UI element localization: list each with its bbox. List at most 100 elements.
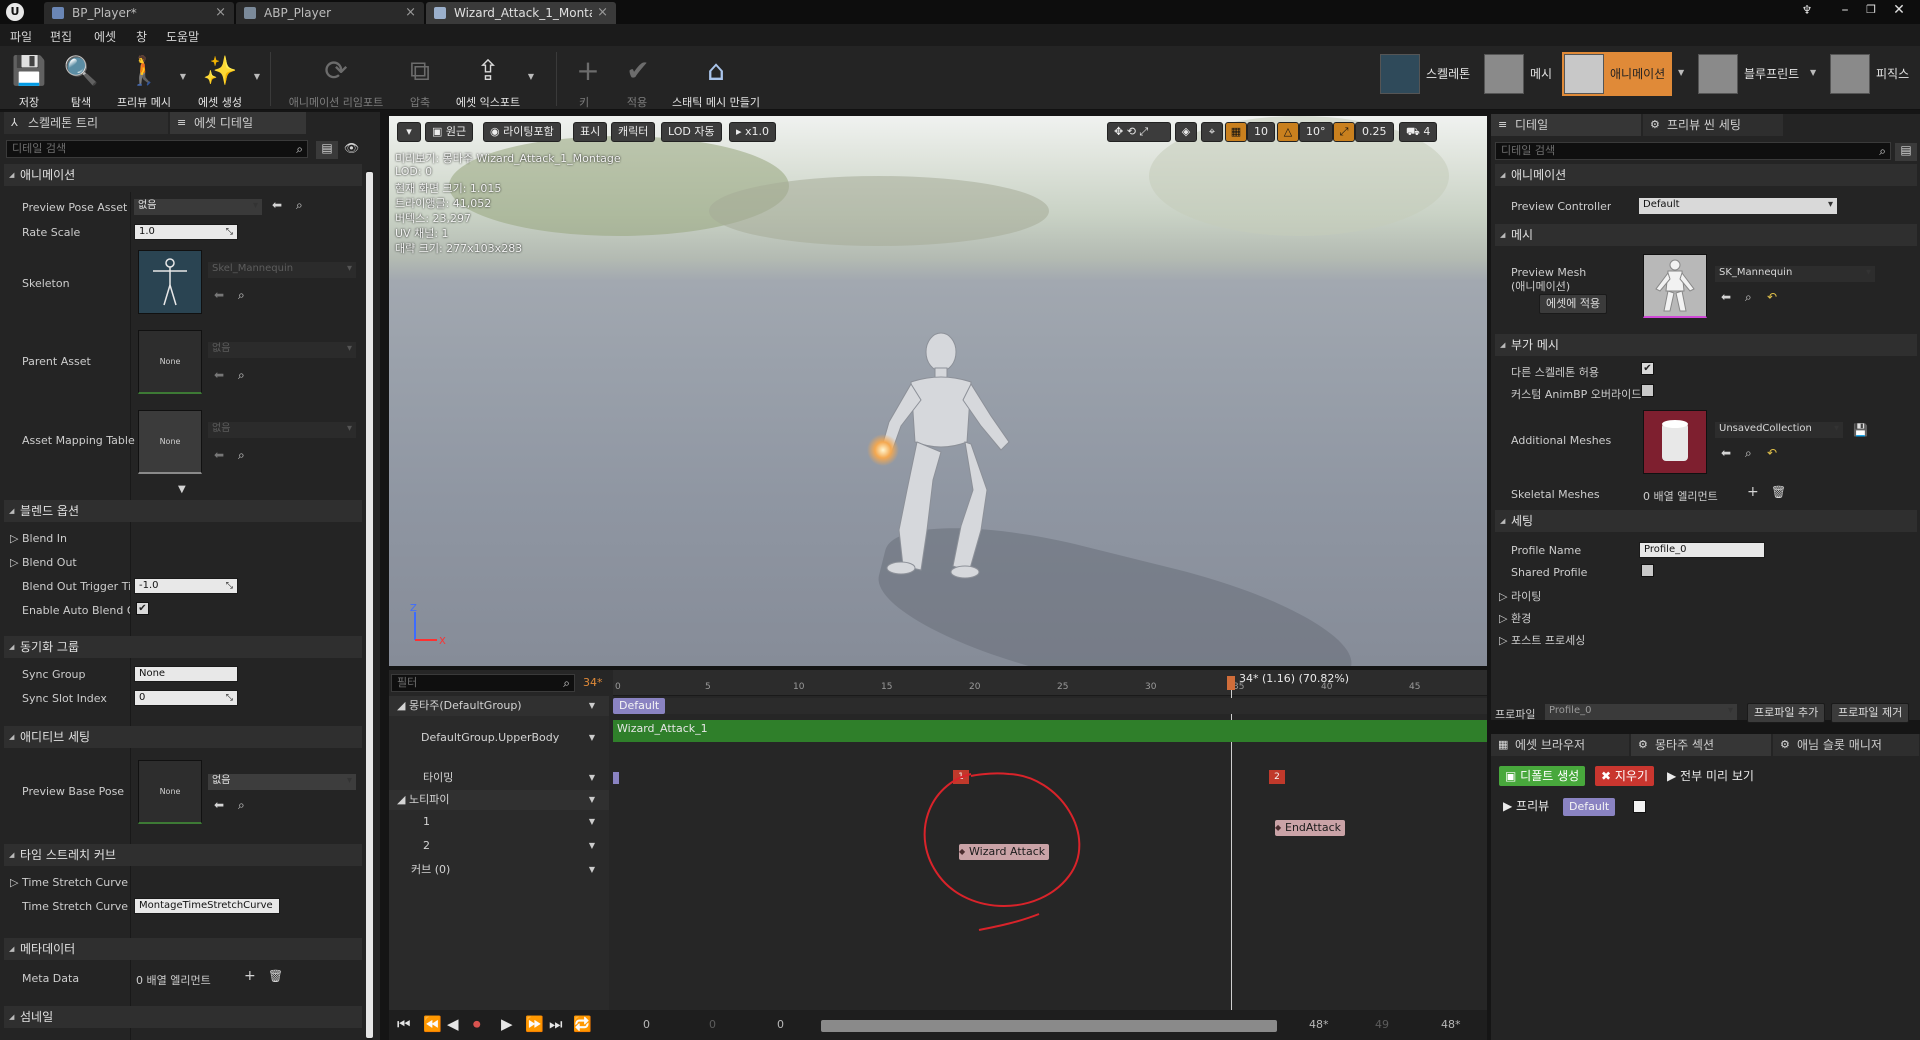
section-animation[interactable]: 애니메이션: [4, 164, 362, 186]
trash-icon[interactable]: 🗑: [1771, 485, 1786, 499]
minimize-button[interactable]: –: [1832, 0, 1858, 22]
filter-input[interactable]: 필터 ⌕: [391, 674, 575, 692]
environment-row[interactable]: ▷ 환경: [1499, 610, 1531, 626]
close-window-button[interactable]: ✕: [1886, 0, 1912, 22]
reset-arrow-icon[interactable]: ↶: [1767, 446, 1777, 460]
preview-mesh-combo[interactable]: SK_Mannequin: [1715, 266, 1875, 282]
save-collection-icon[interactable]: 💾: [1853, 423, 1868, 437]
custom-animbp-checkbox[interactable]: [1641, 384, 1654, 397]
skip-end-icon[interactable]: ⏭: [549, 1015, 563, 1033]
remove-profile-button[interactable]: 프로파일 제거: [1831, 703, 1910, 723]
enable-auto-blend-checkbox[interactable]: ✔: [136, 602, 149, 615]
dropdown-arrow-icon[interactable]: ▼: [589, 718, 595, 758]
arrow-left-icon[interactable]: ⬅: [214, 448, 224, 462]
mode-skeleton[interactable]: 스켈레톤: [1378, 52, 1474, 96]
menu-asset[interactable]: 에셋: [94, 28, 116, 45]
tab-asset-browser[interactable]: ▦ 에셋 브라우저: [1491, 734, 1629, 756]
slot-row[interactable]: DefaultGroup.UpperBody ▼: [389, 718, 609, 758]
arrow-left-icon[interactable]: ⬅: [1721, 446, 1731, 460]
viewport-menu-button[interactable]: ▾: [397, 122, 421, 142]
arrow-left-icon[interactable]: ⬅: [272, 198, 282, 212]
compress-button[interactable]: ⧉ 압축: [400, 50, 440, 109]
expand-arrow-icon[interactable]: ▼: [178, 484, 186, 495]
key-button[interactable]: + 키: [568, 50, 600, 109]
section-mesh[interactable]: 메시: [1495, 224, 1917, 246]
timing-marker-2[interactable]: 2: [1269, 770, 1285, 784]
browse-magnifier-icon[interactable]: ⌕: [238, 288, 245, 303]
browse-magnifier-icon[interactable]: ⌕: [296, 198, 303, 213]
dropdown-arrow-icon[interactable]: ▼: [589, 836, 595, 856]
montage-segment[interactable]: Wizard_Attack_1: [613, 720, 1487, 742]
grid-snap-icon[interactable]: ▦: [1225, 122, 1247, 142]
additional-meshes-combo[interactable]: UnsavedCollection: [1715, 422, 1843, 438]
view-start-value[interactable]: 0: [777, 1018, 784, 1031]
view-options-icon[interactable]: ▤: [316, 141, 338, 159]
menu-window[interactable]: 창: [136, 28, 147, 45]
export-button[interactable]: ⇪ 에셋 익스포트 ▼: [452, 50, 534, 109]
preview-pose-asset-combo[interactable]: 없음: [134, 199, 262, 215]
asset-mapping-thumbnail[interactable]: None: [138, 410, 202, 474]
details-search-input[interactable]: 디테일 검색 ⌕: [1495, 142, 1891, 160]
rotation-snap-icon[interactable]: △: [1277, 122, 1299, 142]
browse-magnifier-icon[interactable]: ⌕: [238, 448, 245, 463]
profile-combo[interactable]: Profile_0: [1545, 704, 1737, 720]
blend-out-trigger-field[interactable]: -1.0: [134, 578, 238, 594]
step-forward-icon[interactable]: ⏩: [525, 1015, 544, 1033]
browse-magnifier-icon[interactable]: ⌕: [1745, 290, 1752, 305]
dropdown-arrow-icon[interactable]: ▼: [254, 72, 260, 81]
browse-magnifier-icon[interactable]: ⌕: [238, 368, 245, 383]
close-icon[interactable]: ×: [215, 2, 226, 24]
notification-icon[interactable]: ♆: [1794, 0, 1820, 22]
dropdown-arrow-icon[interactable]: ▼: [589, 860, 595, 880]
default-section-marker[interactable]: Default: [613, 698, 666, 714]
preview-controller-combo[interactable]: Default: [1639, 198, 1837, 214]
dropdown-arrow-icon[interactable]: ▼: [1810, 68, 1816, 77]
browse-magnifier-icon[interactable]: ⌕: [1745, 446, 1752, 461]
arrow-left-icon[interactable]: ⬅: [214, 368, 224, 382]
doc-tab-montage[interactable]: Wizard_Attack_1_Montage ×: [426, 2, 616, 24]
allow-different-skeletons-checkbox[interactable]: ✔: [1641, 362, 1654, 375]
step-back-icon[interactable]: ⏪: [423, 1015, 442, 1033]
parent-asset-thumbnail[interactable]: None: [138, 330, 202, 394]
menu-edit[interactable]: 편집: [50, 28, 72, 45]
section-checkbox[interactable]: [1633, 800, 1646, 813]
play-reverse-icon[interactable]: ◀: [447, 1015, 459, 1033]
time-stretch-curve-name-field[interactable]: MontageTimeStretchCurve: [134, 898, 280, 914]
parent-asset-combo[interactable]: 없음: [208, 342, 356, 358]
apply-button[interactable]: ✔ 적용: [618, 50, 656, 109]
tab-anim-slot-manager[interactable]: ⚙ 애님 슬롯 매니저: [1773, 734, 1919, 756]
camera-speed-button[interactable]: ⛟ 4: [1399, 122, 1438, 142]
additional-meshes-thumbnail[interactable]: [1643, 410, 1707, 474]
scale-size-button[interactable]: 0.25: [1355, 122, 1394, 142]
notify-track-2[interactable]: 2 ▼: [389, 836, 609, 856]
skeleton-thumbnail[interactable]: [138, 250, 202, 314]
view-end-value[interactable]: 48*: [1309, 1018, 1329, 1031]
menu-file[interactable]: 파일: [10, 28, 32, 45]
section-animation[interactable]: 애니메이션: [1495, 164, 1917, 186]
rate-scale-field[interactable]: 1.0: [134, 224, 238, 240]
profile-name-field[interactable]: Profile_0: [1639, 542, 1765, 558]
record-icon[interactable]: ⏺: [473, 1015, 481, 1033]
trash-icon[interactable]: 🗑: [268, 969, 283, 983]
transform-tools[interactable]: ✥ ⟲ ⤢: [1107, 122, 1171, 142]
save-button[interactable]: 💾 저장: [8, 50, 50, 109]
section-time-stretch[interactable]: 타임 스트레치 커브: [4, 844, 362, 866]
tab-asset-details[interactable]: ≡ 에셋 디테일: [170, 112, 306, 134]
play-icon[interactable]: ▶: [501, 1015, 513, 1033]
reimport-button[interactable]: ⟳ 애니메이션 리임포트: [284, 50, 388, 109]
rotation-size-button[interactable]: 10°: [1299, 122, 1333, 142]
default-section-badge[interactable]: Default: [1563, 798, 1616, 816]
surface-snap-icon[interactable]: ⌖: [1201, 122, 1223, 142]
shared-profile-checkbox[interactable]: [1641, 564, 1654, 577]
coordinate-space-icon[interactable]: ◈: [1175, 122, 1197, 142]
notifies-row[interactable]: ◢ 노티파이 ▼: [389, 790, 609, 810]
add-element-icon[interactable]: +: [244, 968, 256, 984]
browse-magnifier-icon[interactable]: ⌕: [238, 798, 245, 813]
sync-slot-field[interactable]: 0: [134, 690, 238, 706]
range-start[interactable]: 0: [643, 1018, 650, 1031]
tab-details[interactable]: ≡ 디테일: [1491, 114, 1641, 136]
range-end[interactable]: 48*: [1441, 1018, 1461, 1031]
grid-size-button[interactable]: 10: [1247, 122, 1275, 142]
preview-button[interactable]: ▶ 프리뷰: [1503, 796, 1549, 816]
apply-to-asset-button[interactable]: 에셋에 적용: [1539, 294, 1608, 314]
